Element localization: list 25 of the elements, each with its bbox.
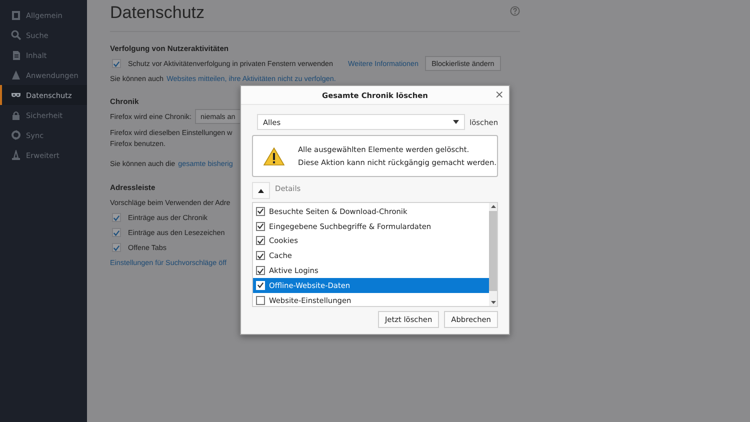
caret-icon — [452, 120, 459, 124]
checkbox[interactable] — [256, 266, 265, 276]
lock-icon — [11, 110, 21, 120]
scrollbar[interactable] — [489, 203, 497, 306]
document-icon — [11, 50, 21, 60]
checkbox[interactable] — [256, 251, 265, 260]
details-toggle-button[interactable] — [252, 182, 270, 199]
window-icon — [11, 10, 21, 20]
sync-icon — [11, 130, 21, 140]
checkbox[interactable] — [112, 228, 121, 237]
checkbox[interactable] — [256, 206, 265, 216]
caret-icon — [258, 188, 264, 192]
scroll-up-icon — [490, 205, 496, 208]
warning-icon — [263, 146, 285, 166]
search-icon — [11, 30, 21, 40]
checkbox[interactable] — [112, 243, 121, 252]
help-icon — [510, 6, 520, 16]
page-title: Datenschutz — [110, 3, 204, 23]
checkbox[interactable] — [256, 222, 265, 231]
checkbox[interactable] — [256, 236, 265, 246]
scroll-down-icon — [490, 301, 496, 304]
close-button[interactable]: × — [494, 89, 504, 100]
checkbox[interactable] — [112, 213, 121, 222]
checkbox[interactable] — [112, 59, 121, 68]
checkbox[interactable] — [256, 296, 265, 305]
